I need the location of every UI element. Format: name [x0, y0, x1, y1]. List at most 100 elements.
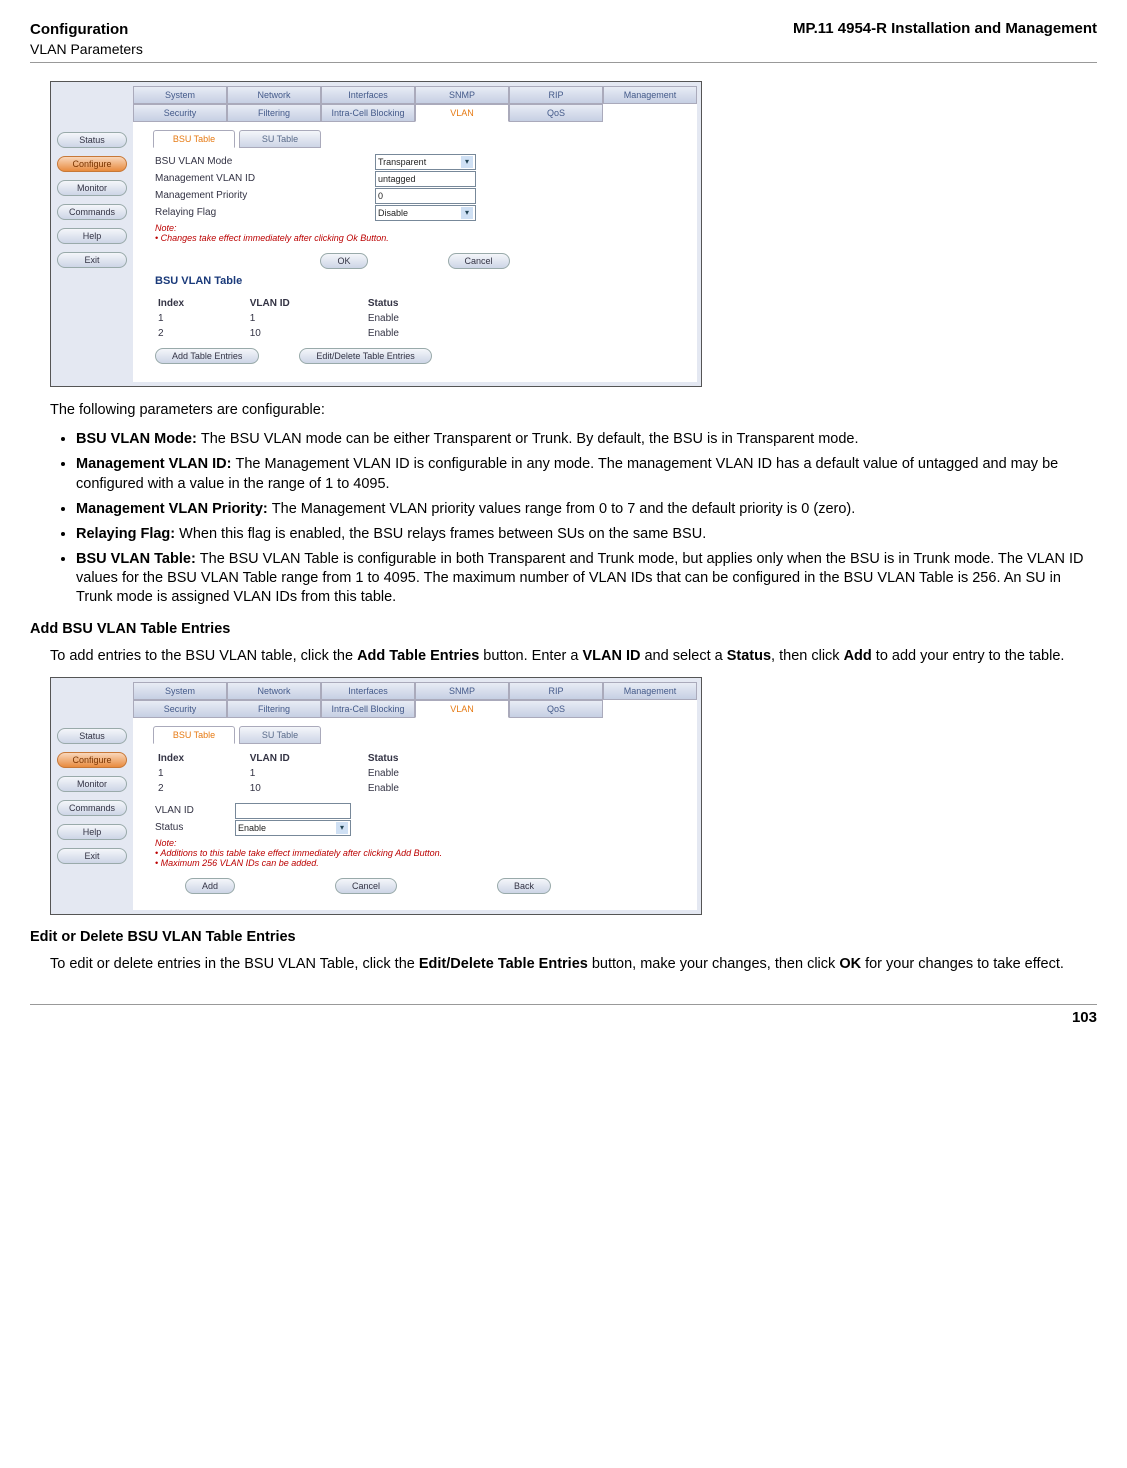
sidenav-monitor[interactable]: Monitor [57, 180, 127, 196]
cell: Enable [367, 767, 465, 780]
tab-vlan[interactable]: VLAN [415, 104, 509, 122]
bullet-list: BSU VLAN Mode: The BSU VLAN mode can be … [58, 430, 1087, 607]
note-label: Note: [155, 838, 177, 848]
cell: Enable [367, 312, 465, 325]
bullet-body: When this flag is enabled, the BSU relay… [179, 526, 706, 542]
tab-filtering[interactable]: Filtering [227, 104, 321, 122]
tab-security[interactable]: Security [133, 700, 227, 718]
input-mgmt-vlan-id[interactable]: untagged [375, 171, 476, 187]
sidenav-commands[interactable]: Commands [57, 800, 127, 816]
tab-qos[interactable]: QoS [509, 700, 603, 718]
tab-intracell[interactable]: Intra-Cell Blocking [321, 700, 415, 718]
select-relaying-flag[interactable]: Disable▾ [375, 205, 476, 221]
sidenav-status[interactable]: Status [57, 132, 127, 148]
note-text: Maximum 256 VLAN IDs can be added. [161, 858, 319, 868]
bullet-body: The BSU VLAN mode can be either Transpar… [201, 431, 859, 447]
cell: 1 [157, 312, 247, 325]
section-add-title: Add BSU VLAN Table Entries [30, 621, 1097, 637]
input-vlan-id[interactable] [235, 803, 351, 819]
sidenav-monitor[interactable]: Monitor [57, 776, 127, 792]
tab-interfaces[interactable]: Interfaces [321, 682, 415, 700]
tab-system[interactable]: System [133, 682, 227, 700]
tab-network[interactable]: Network [227, 86, 321, 104]
screenshot-bsu-vlan-config: Status Configure Monitor Commands Help E… [50, 81, 702, 387]
screenshot-add-vlan-entry: Status Configure Monitor Commands Help E… [50, 677, 702, 915]
tab-management[interactable]: Management [603, 682, 697, 700]
subtabs: BSU Table SU Table [133, 122, 697, 148]
select-status[interactable]: Enable▾ [235, 820, 351, 836]
top-tabs-row1: System Network Interfaces SNMP RIP Manag… [133, 682, 697, 700]
note-block: Note: • Changes take effect immediately … [155, 223, 675, 243]
input-value: untagged [378, 174, 416, 184]
cell: Enable [367, 327, 465, 340]
sidenav-exit[interactable]: Exit [57, 848, 127, 864]
select-value: Transparent [378, 157, 426, 167]
tab-security[interactable]: Security [133, 104, 227, 122]
cell: 1 [249, 312, 365, 325]
chevron-down-icon: ▾ [461, 156, 473, 168]
tab-intracell[interactable]: Intra-Cell Blocking [321, 104, 415, 122]
tab-snmp[interactable]: SNMP [415, 682, 509, 700]
tab-rip[interactable]: RIP [509, 682, 603, 700]
subtab-bsu-table[interactable]: BSU Table [153, 726, 235, 744]
label-relaying-flag: Relaying Flag [155, 207, 375, 218]
note-text: Changes take effect immediately after cl… [161, 233, 389, 243]
tab-qos[interactable]: QoS [509, 104, 603, 122]
sidenav-help[interactable]: Help [57, 228, 127, 244]
input-mgmt-priority[interactable]: 0 [375, 188, 476, 204]
note-label: Note: [155, 223, 177, 233]
table-row: 1 1 Enable [157, 767, 465, 780]
th-index: Index [157, 297, 247, 310]
tab-rip[interactable]: RIP [509, 86, 603, 104]
edit-delete-table-entries-button[interactable]: Edit/Delete Table Entries [299, 348, 431, 364]
th-status: Status [367, 752, 465, 765]
subtab-su-table[interactable]: SU Table [239, 130, 321, 148]
subtabs: BSU Table SU Table [133, 718, 697, 744]
bullet-body: The BSU VLAN Table is configurable in bo… [76, 551, 1083, 605]
subtab-bsu-table[interactable]: BSU Table [153, 130, 235, 148]
tab-interfaces[interactable]: Interfaces [321, 86, 415, 104]
table-row: 1 1 Enable [157, 312, 465, 325]
sidenav-helpen-help[interactable]: Help [57, 824, 127, 840]
input-value: 0 [378, 191, 383, 201]
tab-filtering[interactable]: Filtering [227, 700, 321, 718]
label-mgmt-priority: Management Priority [155, 190, 375, 201]
sidenav-commands[interactable]: Commands [57, 204, 127, 220]
text-bold: Status [727, 648, 771, 664]
cancel-button[interactable]: Cancel [448, 253, 510, 269]
back-button[interactable]: Back [497, 878, 551, 894]
text-bold: Add [844, 648, 872, 664]
bullet-lead: Management VLAN Priority: [76, 501, 272, 517]
header-right: MP.11 4954-R Installation and Management [793, 20, 1097, 58]
ok-button[interactable]: OK [320, 253, 367, 269]
text: for your changes to take effect. [861, 956, 1064, 972]
list-item: Management VLAN ID: The Management VLAN … [76, 455, 1087, 493]
bullet-lead: Management VLAN ID: [76, 456, 236, 472]
subtab-su-table[interactable]: SU Table [239, 726, 321, 744]
list-item: BSU VLAN Table: The BSU VLAN Table is co… [76, 550, 1087, 607]
page-footer: 103 [30, 1004, 1097, 1026]
tab-network[interactable]: Network [227, 682, 321, 700]
header-subtitle: VLAN Parameters [30, 40, 143, 58]
select-bsu-vlan-mode[interactable]: Transparent ▾ [375, 154, 476, 170]
bullet-body: The Management VLAN priority values rang… [272, 501, 856, 517]
add-table-entries-button[interactable]: Add Table Entries [155, 348, 259, 364]
sidenav-configure[interactable]: Configure [57, 752, 127, 768]
tab-snmp[interactable]: SNMP [415, 86, 509, 104]
text: button. Enter a [479, 648, 582, 664]
sidenav-status[interactable]: Status [57, 728, 127, 744]
header-title: Configuration [30, 20, 143, 40]
tab-vlan[interactable]: VLAN [415, 700, 509, 718]
text: To add entries to the BSU VLAN table, cl… [50, 648, 357, 664]
cancel-button[interactable]: Cancel [335, 878, 397, 894]
sidenav-exit[interactable]: Exit [57, 252, 127, 268]
label-mgmt-vlan-id: Management VLAN ID [155, 173, 375, 184]
table-row: 2 10 Enable [157, 782, 465, 795]
tab-management[interactable]: Management [603, 86, 697, 104]
sidenav-configure[interactable]: Configure [57, 156, 127, 172]
para-add: To add entries to the BSU VLAN table, cl… [50, 647, 1097, 667]
bullet-lead: BSU VLAN Mode: [76, 431, 201, 447]
chevron-down-icon: ▾ [336, 822, 348, 834]
add-button[interactable]: Add [185, 878, 235, 894]
tab-system[interactable]: System [133, 86, 227, 104]
